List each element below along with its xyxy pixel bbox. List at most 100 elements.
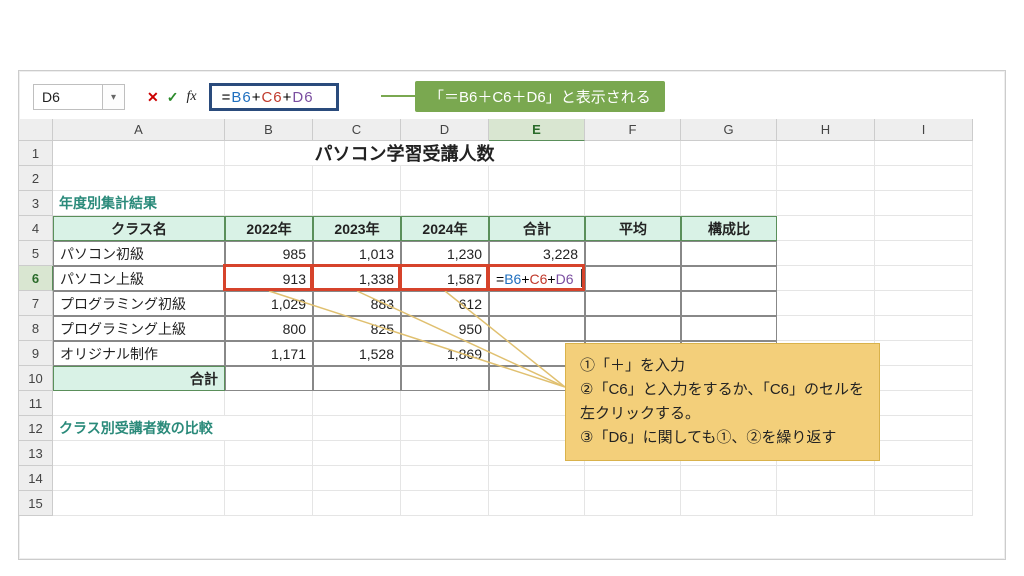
cell[interactable]: 1,029 xyxy=(225,291,313,316)
cell[interactable] xyxy=(777,241,875,266)
cell[interactable] xyxy=(313,466,401,491)
cell[interactable] xyxy=(401,366,489,391)
cell[interactable] xyxy=(225,391,313,416)
cell[interactable] xyxy=(53,491,225,516)
table-header[interactable]: 合計 xyxy=(489,216,585,241)
row-header-15[interactable]: 15 xyxy=(19,491,53,516)
cell[interactable]: 1,587 xyxy=(401,266,489,291)
row-header-13[interactable]: 13 xyxy=(19,441,53,466)
cell[interactable] xyxy=(875,166,973,191)
cell[interactable] xyxy=(585,466,681,491)
select-all-corner[interactable] xyxy=(19,119,53,141)
cell[interactable]: 913 xyxy=(225,266,313,291)
section-2-label[interactable]: クラス別受講者数の比較 xyxy=(53,416,313,441)
cell[interactable] xyxy=(401,191,489,216)
row-header-10[interactable]: 10 xyxy=(19,366,53,391)
col-header-b[interactable]: B xyxy=(225,119,313,141)
class-name[interactable]: パソコン上級 xyxy=(53,266,225,291)
col-header-i[interactable]: I xyxy=(875,119,973,141)
cell[interactable] xyxy=(875,191,973,216)
cell[interactable] xyxy=(875,266,973,291)
cell[interactable] xyxy=(585,266,681,291)
row-header-12[interactable]: 12 xyxy=(19,416,53,441)
cell[interactable] xyxy=(681,241,777,266)
table-header[interactable]: 平均 xyxy=(585,216,681,241)
table-header[interactable]: 2022年 xyxy=(225,216,313,241)
cell[interactable]: 3,228 xyxy=(489,241,585,266)
cell[interactable]: 1,338 xyxy=(313,266,401,291)
cell[interactable] xyxy=(585,241,681,266)
cell[interactable] xyxy=(53,466,225,491)
col-header-e[interactable]: E xyxy=(489,119,585,141)
table-header[interactable]: 2023年 xyxy=(313,216,401,241)
table-header[interactable]: 2024年 xyxy=(401,216,489,241)
class-name[interactable]: プログラミング初級 xyxy=(53,291,225,316)
cell[interactable]: 950 xyxy=(401,316,489,341)
cell[interactable]: 1,528 xyxy=(313,341,401,366)
cell[interactable] xyxy=(313,491,401,516)
row-header-14[interactable]: 14 xyxy=(19,466,53,491)
cell[interactable] xyxy=(53,441,225,466)
cell[interactable] xyxy=(53,391,225,416)
row-header-7[interactable]: 7 xyxy=(19,291,53,316)
cell[interactable] xyxy=(681,166,777,191)
table-header[interactable]: クラス名 xyxy=(53,216,225,241)
cell[interactable] xyxy=(875,241,973,266)
table-header[interactable]: 構成比 xyxy=(681,216,777,241)
cell[interactable] xyxy=(681,466,777,491)
cell[interactable] xyxy=(313,391,401,416)
cell[interactable] xyxy=(681,316,777,341)
cell[interactable] xyxy=(401,441,489,466)
cell[interactable] xyxy=(875,316,973,341)
cell[interactable] xyxy=(875,141,973,166)
cell[interactable]: 1,013 xyxy=(313,241,401,266)
cell[interactable] xyxy=(401,416,489,441)
cell[interactable] xyxy=(777,466,875,491)
cell[interactable] xyxy=(313,441,401,466)
cell[interactable] xyxy=(401,391,489,416)
cell[interactable] xyxy=(585,291,681,316)
total-row-label[interactable]: 合計 xyxy=(53,366,225,391)
cell[interactable] xyxy=(681,266,777,291)
cell[interactable] xyxy=(875,416,973,441)
name-box-dropdown[interactable]: ▾ xyxy=(103,84,125,110)
section-1-label[interactable]: 年度別集計結果 xyxy=(53,191,225,216)
col-header-a[interactable]: A xyxy=(53,119,225,141)
row-header-5[interactable]: 5 xyxy=(19,241,53,266)
cell[interactable] xyxy=(225,191,313,216)
cell[interactable] xyxy=(875,466,973,491)
cell[interactable]: 1,230 xyxy=(401,241,489,266)
cell[interactable] xyxy=(875,441,973,466)
cell[interactable] xyxy=(401,491,489,516)
cell[interactable] xyxy=(875,216,973,241)
row-header-9[interactable]: 9 xyxy=(19,341,53,366)
row-header-3[interactable]: 3 xyxy=(19,191,53,216)
cell[interactable]: 800 xyxy=(225,316,313,341)
cell[interactable]: 825 xyxy=(313,316,401,341)
cell[interactable] xyxy=(681,291,777,316)
row-header-6[interactable]: 6 xyxy=(19,266,53,291)
cell[interactable]: 985 xyxy=(225,241,313,266)
cell[interactable] xyxy=(585,491,681,516)
cell-e6-formula[interactable]: =B6+C6+D6 xyxy=(489,266,585,291)
cell[interactable]: 1,171 xyxy=(225,341,313,366)
formula-input[interactable]: =B6+C6+D6 xyxy=(209,83,339,111)
cell[interactable] xyxy=(225,366,313,391)
cell[interactable] xyxy=(489,466,585,491)
cell[interactable] xyxy=(53,141,225,166)
col-header-f[interactable]: F xyxy=(585,119,681,141)
cell[interactable] xyxy=(401,466,489,491)
cell[interactable]: 1,869 xyxy=(401,341,489,366)
cell[interactable] xyxy=(225,166,313,191)
cell[interactable] xyxy=(225,466,313,491)
row-header-8[interactable]: 8 xyxy=(19,316,53,341)
col-header-c[interactable]: C xyxy=(313,119,401,141)
cell[interactable] xyxy=(681,141,777,166)
cell[interactable] xyxy=(585,166,681,191)
cell[interactable] xyxy=(489,191,585,216)
cell[interactable] xyxy=(489,291,585,316)
confirm-icon[interactable]: ✓ xyxy=(167,89,179,106)
cell[interactable] xyxy=(225,491,313,516)
fx-icon[interactable]: fx xyxy=(186,89,196,105)
cell[interactable] xyxy=(225,441,313,466)
